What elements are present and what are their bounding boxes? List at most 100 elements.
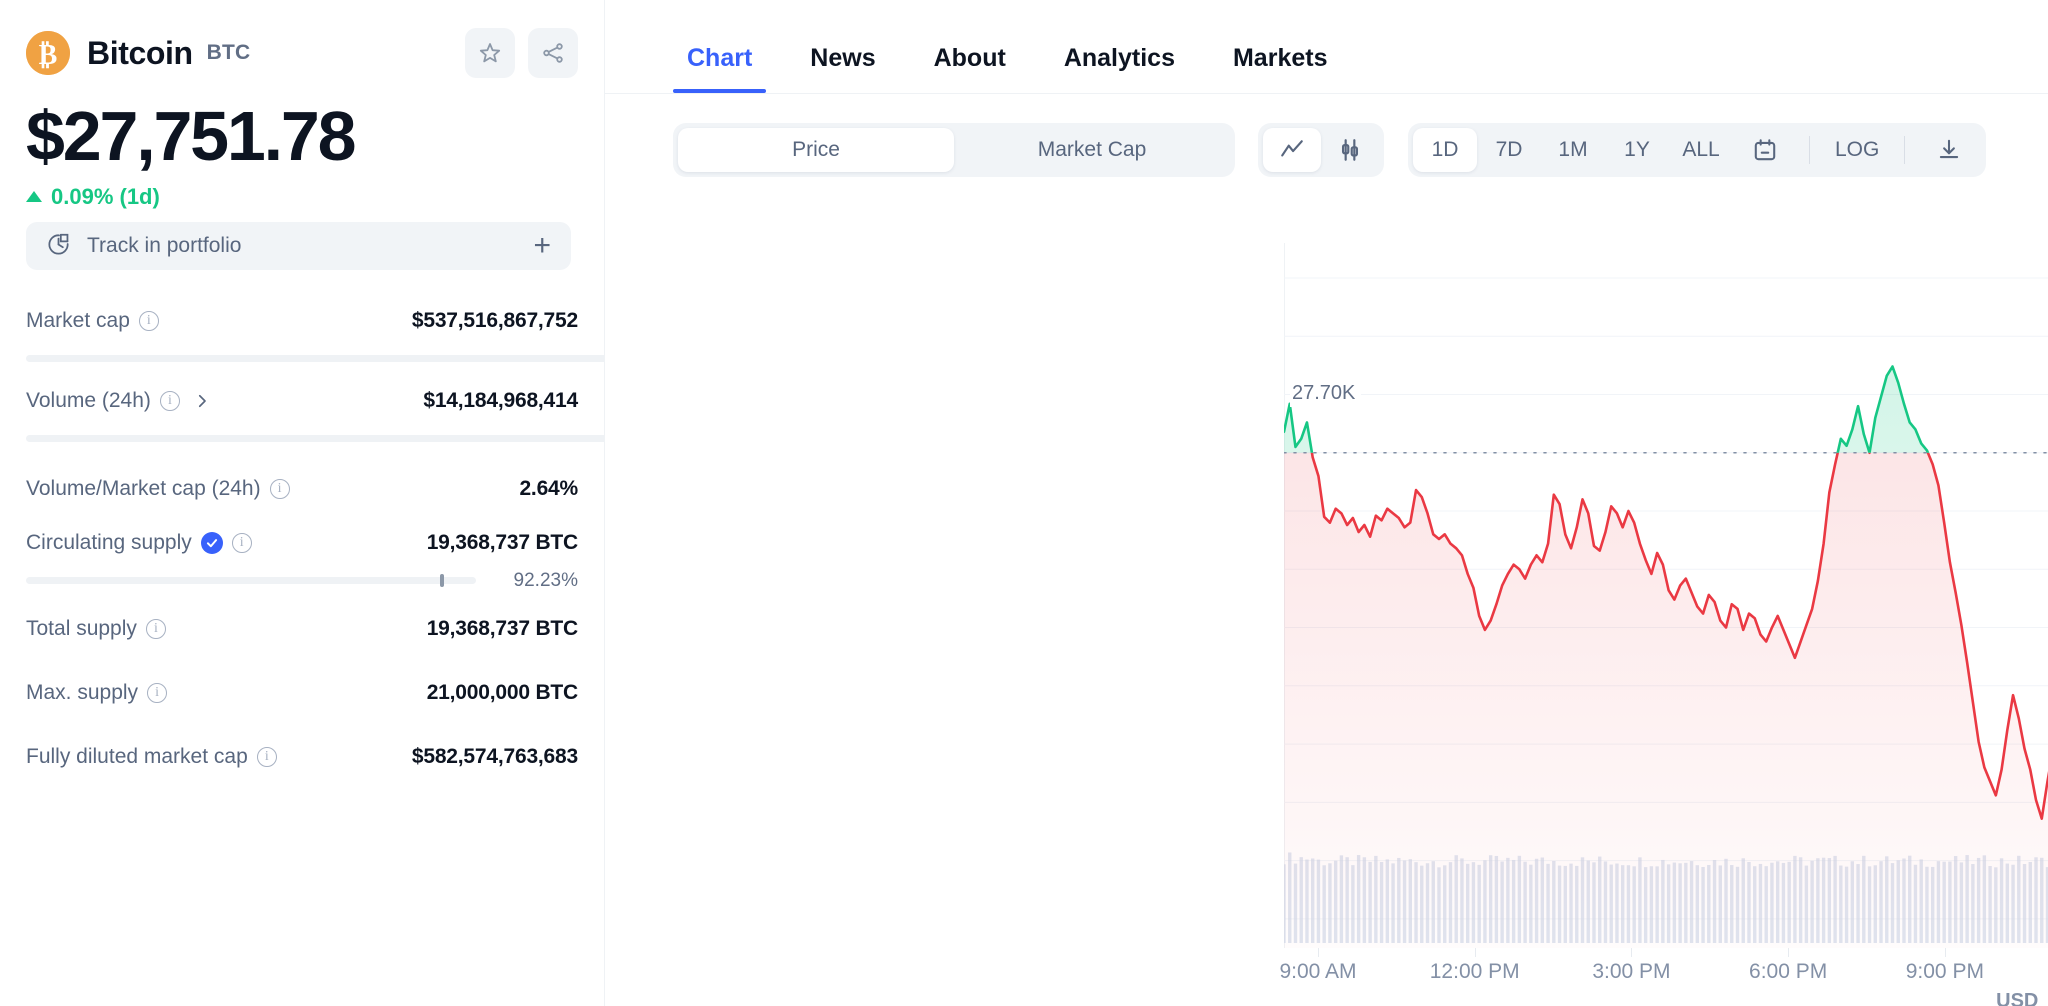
stat-value: 2.64% xyxy=(519,476,578,500)
stat-label-text: Total supply xyxy=(26,616,137,640)
svg-text:₿: ₿ xyxy=(39,40,58,71)
metric-toggle-group: Price Market Cap xyxy=(673,123,1235,177)
reference-price-label: 27.70K xyxy=(1290,380,1362,407)
x-axis-tickmark xyxy=(1944,948,1946,957)
info-icon[interactable]: i xyxy=(269,478,290,499)
coin-statistics-list: Market cap i $537,516,867,752 1st / 9.6K xyxy=(26,300,745,778)
x-axis-tick: 12:00 PM xyxy=(1429,960,1520,983)
x-axis-tick: 9:00 AM xyxy=(1279,960,1357,983)
verified-icon xyxy=(200,531,223,554)
stat-value: $14,184,968,414 xyxy=(423,388,578,412)
chevron-right-icon[interactable] xyxy=(193,392,211,410)
range-7d[interactable]: 7D xyxy=(1477,128,1541,172)
stat-value: $537,516,867,752 xyxy=(411,308,578,332)
share-icon xyxy=(541,41,565,65)
stat-label: Volume (24h) i xyxy=(26,389,211,413)
rank-bar-track xyxy=(26,352,651,366)
track-in-portfolio-label: Track in portfolio xyxy=(87,233,242,257)
stat-volume-24h: Volume (24h) i $14,184,968,414 xyxy=(26,380,740,454)
range-all[interactable]: ALL xyxy=(1669,128,1733,172)
current-price: $27,751.78 xyxy=(26,97,357,175)
chart-area-fill xyxy=(1284,366,2048,948)
stat-label-text: Volume (24h) xyxy=(26,388,151,412)
range-1m[interactable]: 1M xyxy=(1541,128,1605,172)
price-change-value: 0.09% (1d) xyxy=(51,183,160,209)
stat-value: $582,574,763,683 xyxy=(411,744,578,768)
stat-label: Total supply i xyxy=(26,617,166,641)
x-axis-tickmark xyxy=(1318,948,1319,957)
coin-header: ₿ Bitcoin BTC xyxy=(26,22,578,84)
rank-bar-track xyxy=(26,432,639,446)
favorite-button[interactable] xyxy=(465,28,515,78)
stat-fully-diluted-market-cap: Fully diluted market cap i $582,574,763,… xyxy=(26,736,578,778)
line-chart-icon[interactable] xyxy=(1263,128,1321,172)
calendar-icon[interactable] xyxy=(1733,128,1797,172)
supply-bar-knob xyxy=(440,574,444,588)
supply-bar-track xyxy=(26,574,476,588)
range-1y[interactable]: 1Y xyxy=(1605,128,1669,172)
tab-chart[interactable]: Chart xyxy=(673,44,767,93)
chart-canvas xyxy=(1284,277,2048,948)
x-axis-tick: 6:00 PM xyxy=(1749,960,1828,983)
download-icon[interactable] xyxy=(1917,128,1981,172)
stat-label-text: Fully diluted market cap xyxy=(26,744,248,768)
plus-icon: + xyxy=(533,228,551,262)
x-axis: 9:00 AM12:00 PM3:00 PM6:00 PM9:00 PM103:… xyxy=(1279,948,2048,988)
chart-toolbar: Price Market Cap 1D 7D 1M 1Y ALL LOG xyxy=(605,94,2048,177)
chart-type-group xyxy=(1258,123,1384,177)
x-axis-tickmark xyxy=(1788,948,1790,957)
toolbar-divider xyxy=(1904,136,1906,164)
stat-label-text: Circulating supply xyxy=(26,530,192,554)
info-icon[interactable]: i xyxy=(159,390,180,411)
range-1d[interactable]: 1D xyxy=(1413,128,1477,172)
coin-symbol: BTC xyxy=(206,41,251,64)
rank-bar: 2nd / 9.6K xyxy=(26,424,740,454)
track-in-portfolio-button[interactable]: Track in portfolio + xyxy=(26,221,571,270)
tab-news[interactable]: News xyxy=(796,44,889,93)
metric-option-market-cap[interactable]: Market Cap xyxy=(954,128,1230,172)
tab-markets[interactable]: Markets xyxy=(1219,44,1342,93)
stat-value: 19,368,737 BTC xyxy=(426,616,578,640)
time-range-group: 1D 7D 1M 1Y ALL LOG xyxy=(1408,123,1987,177)
chart-panel: Chart News About Analytics Markets Price… xyxy=(605,0,2048,1006)
pie-chart-icon xyxy=(46,232,71,260)
stat-total-supply: Total supply i 19,368,737 BTC xyxy=(26,608,578,650)
coin-name: Bitcoin xyxy=(87,34,193,71)
stat-label-text: Market cap xyxy=(26,308,130,332)
supply-bar: 92.23% xyxy=(26,566,578,596)
info-icon[interactable]: i xyxy=(145,618,166,639)
info-icon[interactable]: i xyxy=(138,310,159,331)
toolbar-divider xyxy=(1809,136,1810,164)
header-actions xyxy=(465,28,578,78)
share-button[interactable] xyxy=(528,28,578,78)
tab-about[interactable]: About xyxy=(920,44,1020,93)
price-change: 0.09% (1d) xyxy=(26,184,578,210)
x-axis-tickmark xyxy=(1474,948,1476,957)
x-axis-tick: 3:00 PM xyxy=(1592,960,1671,983)
candlestick-icon[interactable] xyxy=(1321,128,1379,172)
x-axis-tick: 9:00 PM xyxy=(1905,960,1984,983)
stat-value: 19,368,737 BTC xyxy=(426,530,578,554)
stat-label: Fully diluted market cap i xyxy=(26,745,277,769)
price-block: $27,751.78 0.09% (1d) xyxy=(26,100,578,210)
rank-bar: 1st / 9.6K xyxy=(26,344,745,374)
log-scale-button[interactable]: LOG xyxy=(1822,128,1892,172)
stat-label-text: Max. supply xyxy=(26,680,139,704)
tab-analytics[interactable]: Analytics xyxy=(1050,44,1189,93)
coin-detail-page: ₿ Bitcoin BTC $27,751.78 0.09% (1d) Trac… xyxy=(0,0,2048,1006)
stat-label: Circulating supply i xyxy=(26,531,252,555)
info-icon[interactable]: i xyxy=(147,682,168,703)
section-tabs: Chart News About Analytics Markets xyxy=(605,0,2048,94)
info-icon[interactable]: i xyxy=(256,746,277,767)
info-icon[interactable]: i xyxy=(231,532,252,553)
metric-option-price[interactable]: Price xyxy=(678,128,954,172)
currency-label: USD xyxy=(1996,990,2039,1006)
stat-max-supply: Max. supply i 21,000,000 BTC xyxy=(26,672,578,714)
x-axis-tickmark xyxy=(1631,948,1633,957)
stat-market-cap: Market cap i $537,516,867,752 1st / 9.6K xyxy=(26,300,745,374)
price-chart[interactable]: 27.70K CoinMarketCap xyxy=(1284,243,2048,948)
supply-bar-label: 92.23% xyxy=(513,569,578,591)
stat-label-text: Volume/Market cap (24h) xyxy=(26,476,261,500)
stat-label: Max. supply i xyxy=(26,680,168,705)
stat-volume-market-cap: Volume/Market cap (24h) i 2.64% xyxy=(26,468,578,510)
